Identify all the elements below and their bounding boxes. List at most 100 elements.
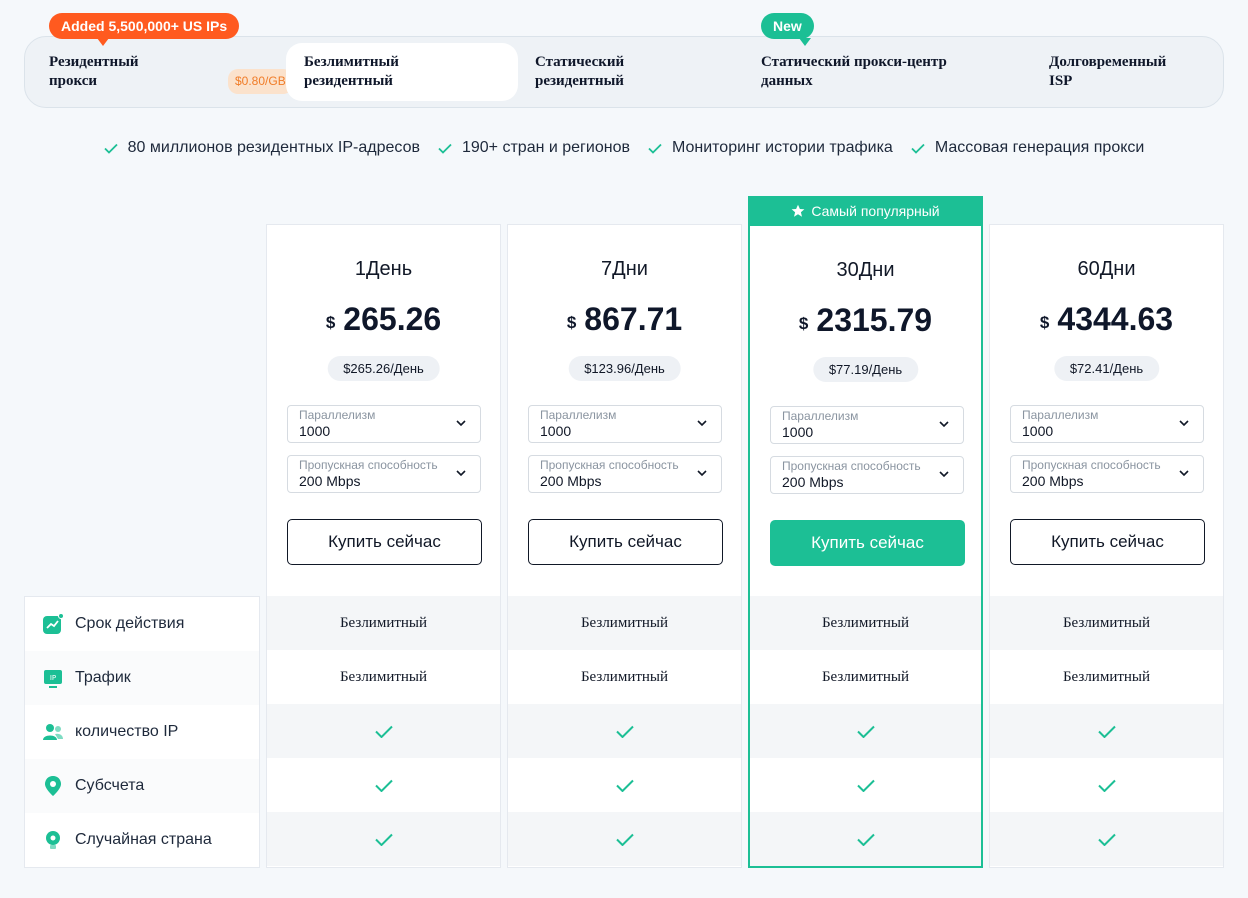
traffic-cell: Безлимитный	[339, 668, 428, 685]
ip-count-cell	[990, 704, 1223, 758]
bandwidth-select[interactable]: Пропускная способность 200 Mbps	[528, 455, 722, 493]
plan-name: 7Дни	[601, 258, 648, 280]
feature-item: Мониторинг истории трафика	[648, 139, 893, 157]
row-label-random-country: Случайная страна	[25, 813, 259, 867]
tab-static-residential[interactable]: Статический резидентный	[535, 43, 735, 101]
random-country-cell	[990, 812, 1223, 866]
buy-now-button[interactable]: Купить сейчас	[1010, 519, 1205, 565]
traffic-cell: Безлимитный	[580, 668, 669, 685]
svg-text:IP: IP	[50, 674, 56, 682]
select-value: 1000	[299, 423, 331, 439]
select-value: 1000	[782, 424, 814, 440]
star-icon	[791, 204, 805, 217]
select-caption: Параллелизм	[299, 408, 376, 422]
check-icon	[615, 725, 634, 738]
bandwidth-select[interactable]: Пропускная способность 200 Mbps	[287, 455, 481, 493]
row-label-traffic: IP Трафик	[25, 651, 259, 705]
tab-label-line1: Долговременный	[1049, 54, 1167, 70]
tab-label-line1: Статический прокси-центр	[761, 54, 947, 70]
tab-label-line2: резидентный	[304, 73, 393, 89]
select-value: 200 Mbps	[782, 474, 844, 490]
validity-cell: Безлимитный	[267, 596, 500, 650]
random-country-cell	[750, 812, 981, 866]
price-per-day: $72.41/День	[1053, 356, 1160, 381]
check-icon	[648, 143, 662, 154]
plan-name: 1День	[354, 258, 413, 280]
subaccounts-cell	[508, 758, 741, 812]
row-label-text: Срок действия	[75, 615, 185, 632]
tab-label-line2: данных	[761, 73, 813, 89]
buy-now-button[interactable]: Купить сейчас	[287, 519, 482, 565]
plan-price-value: 4344.63	[1057, 301, 1174, 337]
row-label-text: количество IP	[75, 723, 179, 740]
check-icon	[615, 779, 634, 792]
check-icon	[438, 143, 452, 154]
validity-cell: Безлимитный	[990, 596, 1223, 650]
check-icon	[374, 833, 393, 846]
select-caption: Параллелизм	[1022, 408, 1099, 422]
check-icon	[856, 833, 875, 846]
currency-symbol: $	[325, 313, 336, 332]
bandwidth-select[interactable]: Пропускная способность 200 Mbps	[770, 456, 964, 494]
row-label-text: Субсчета	[75, 777, 145, 794]
most-popular-label: Самый популярный	[811, 203, 940, 219]
random-country-cell	[267, 812, 500, 866]
select-value: 200 Mbps	[1022, 473, 1084, 489]
location-icon	[42, 775, 64, 797]
feature-item: 190+ стран и регионов	[438, 139, 630, 157]
traffic-cell: Безлимитный	[821, 668, 910, 685]
check-icon	[374, 725, 393, 738]
row-label-subaccounts: Субсчета	[25, 759, 259, 813]
chevron-down-icon	[1179, 420, 1189, 427]
select-caption: Параллелизм	[782, 409, 859, 423]
ip-count-cell	[508, 704, 741, 758]
tab-unlimited-residential[interactable]: Безлимитный резидентный	[286, 43, 518, 101]
validity-cell: Безлимитный	[750, 596, 981, 650]
feature-text: 190+ стран и регионов	[461, 139, 630, 156]
row-label-text: Случайная страна	[75, 831, 212, 848]
plan-price-value: 867.71	[584, 301, 683, 337]
concurrency-select[interactable]: Параллелизм 1000	[1010, 405, 1204, 443]
plan-price: $867.71	[508, 301, 741, 338]
check-icon	[1097, 725, 1116, 738]
buy-now-button[interactable]: Купить сейчас	[770, 520, 965, 566]
feature-row-labels: Срок действия IP Трафик количество IP Су…	[24, 596, 260, 868]
plan-price-value: 2315.79	[816, 302, 933, 338]
chevron-down-icon	[939, 471, 949, 478]
bandwidth-select[interactable]: Пропускная способность 200 Mbps	[1010, 455, 1204, 493]
plan-name: 30Дни	[836, 259, 895, 281]
tab-residential-proxy[interactable]: Резидентный прокси $0.80/GB	[49, 43, 293, 101]
chevron-down-icon	[456, 470, 466, 477]
check-icon	[856, 779, 875, 792]
check-icon	[1097, 779, 1116, 792]
tab-static-datacenter[interactable]: Статический прокси-центр данных	[761, 43, 1021, 101]
feature-item: Массовая генерация прокси	[911, 139, 1144, 157]
plan-price: $265.26	[267, 301, 500, 338]
promo-bubble: Added 5,500,000+ US IPs	[49, 13, 240, 46]
select-caption: Пропускная способность	[540, 458, 679, 472]
plan-price: $2315.79	[750, 302, 981, 339]
feature-text: Мониторинг истории трафика	[671, 139, 893, 156]
tab-label-line2: ISP	[1049, 73, 1073, 89]
select-value: 200 Mbps	[299, 473, 361, 489]
tab-label-line2: прокси	[49, 73, 98, 89]
concurrency-select[interactable]: Параллелизм 1000	[528, 405, 722, 443]
tab-label-line1: Резидентный	[49, 54, 139, 70]
tab-long-term-isp[interactable]: Долговременный ISP	[1049, 43, 1219, 101]
tab-label-line1: Статический	[535, 54, 625, 70]
concurrency-select[interactable]: Параллелизм 1000	[287, 405, 481, 443]
select-caption: Пропускная способность	[299, 458, 438, 472]
select-caption: Параллелизм	[540, 408, 617, 422]
price-per-day: $77.19/День	[812, 357, 919, 382]
feature-item: 80 миллионов резидентных IP-адресов	[104, 139, 420, 157]
new-bubble: New	[761, 13, 814, 46]
concurrency-select[interactable]: Параллелизм 1000	[770, 406, 964, 444]
random-country-cell	[508, 812, 741, 866]
feature-text: 80 миллионов резидентных IP-адресов	[127, 139, 420, 156]
buy-now-button[interactable]: Купить сейчас	[528, 519, 723, 565]
product-tabs: Резидентный прокси $0.80/GB Безлимитный ре…	[24, 36, 1224, 108]
currency-symbol: $	[566, 313, 577, 332]
currency-symbol: $	[1039, 313, 1050, 332]
select-value: 1000	[540, 423, 572, 439]
chevron-down-icon	[939, 421, 949, 428]
